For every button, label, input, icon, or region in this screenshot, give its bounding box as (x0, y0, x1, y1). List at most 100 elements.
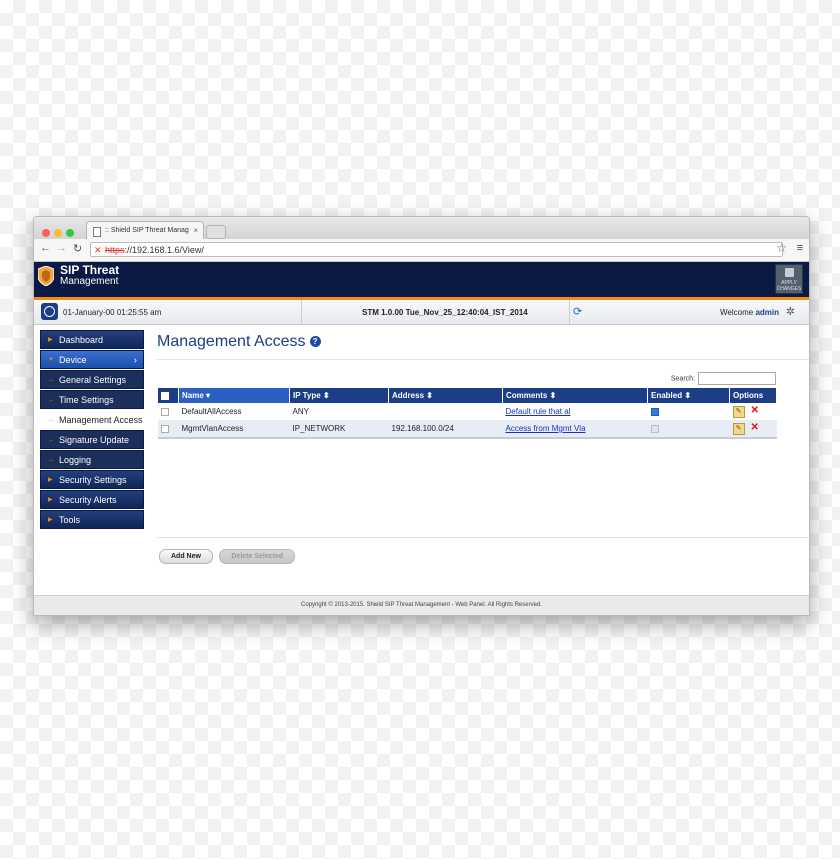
sidebar-item-dashboard[interactable]: ▶ Dashboard (40, 330, 144, 349)
sidebar-item-management-access[interactable]: → Management Access (40, 410, 144, 429)
reload-icon[interactable]: ↻ (73, 242, 82, 255)
footer: Copyright © 2013-2015. Shield SIP Threat… (34, 595, 809, 615)
column-header-label: Options (733, 391, 764, 400)
back-icon[interactable]: ← (40, 242, 51, 254)
cell-name: DefaultAllAccess (178, 403, 290, 420)
column-header-label: IP Type (293, 391, 321, 400)
status-divider (301, 300, 302, 324)
column-header-label: Comments (506, 391, 548, 400)
column-header-comments[interactable]: Comments ⬍ (502, 388, 648, 403)
arrow-right-icon: ▶ (48, 517, 53, 523)
cell-options: ✎ ✕ (729, 403, 777, 420)
arrow-right-icon: → (48, 377, 54, 383)
browser-tabbar: :: Shield SIP Threat Manag × (34, 217, 809, 239)
page-title-text: Management Access (157, 333, 306, 350)
enabled-checkbox[interactable] (650, 424, 659, 433)
sort-icon: ⬍ (322, 391, 330, 400)
sort-icon: ⬍ (684, 391, 692, 400)
brand-line2: Management (60, 276, 119, 287)
insecure-lock-icon: ✕ (94, 245, 102, 255)
address-bar[interactable]: ✕ https://192.168.1.6/View/ (90, 242, 783, 257)
delete-x-icon[interactable]: ✕ (751, 405, 761, 416)
column-header-address[interactable]: Address ⬍ (388, 388, 503, 403)
cell-address (388, 403, 503, 420)
sidebar-item-time-settings[interactable]: → Time Settings (40, 390, 144, 409)
sidebar-item-general-settings[interactable]: → General Settings (40, 370, 144, 389)
status-bar: 01-January-00 01:25:55 am STM 1.0.00 Tue… (34, 300, 809, 325)
sidebar-item-label: General Settings (59, 375, 127, 385)
welcome-text: Welcome admin (720, 308, 779, 317)
arrow-right-icon: ▶ (48, 337, 53, 343)
sidebar-item-device[interactable]: ▼ Device › (40, 350, 144, 369)
browser-menu-icon[interactable]: ≡ (797, 242, 803, 254)
row-select-checkbox[interactable] (161, 407, 169, 416)
sidebar-item-label: Tools (59, 515, 81, 525)
welcome-label: Welcome (720, 308, 754, 317)
sort-desc-icon: ▾ (206, 391, 211, 400)
comment-link[interactable]: Access from Mgmt Vla (506, 424, 586, 433)
select-all-checkbox[interactable] (161, 391, 169, 400)
column-header-ip-type[interactable]: IP Type ⬍ (289, 388, 389, 403)
arrow-right-icon: → (48, 417, 54, 423)
forward-icon[interactable]: → (56, 242, 67, 254)
sidebar-item-signature-update[interactable]: → Signature Update (40, 430, 144, 449)
arrow-right-icon: → (48, 437, 54, 443)
arrow-right-icon: ▶ (48, 497, 53, 503)
cell-comments: Access from Mgmt Vla (502, 420, 648, 439)
main-content: Management Access? Search: Name ▾ IP Typ… (157, 330, 809, 564)
cell-enabled (647, 403, 730, 420)
gear-icon[interactable]: ✲ (786, 305, 795, 318)
sort-icon: ⬍ (426, 391, 433, 400)
select-all-header[interactable] (158, 388, 179, 403)
cell-address: 192.168.100.0/24 (388, 420, 503, 439)
add-new-button[interactable]: Add New (159, 549, 213, 564)
edit-pencil-icon[interactable]: ✎ (732, 405, 745, 418)
close-tab-icon[interactable]: × (193, 222, 198, 239)
delete-x-icon[interactable]: ✕ (751, 422, 761, 433)
url-path: ://192.168.1.6/View/ (124, 245, 204, 255)
row-select-checkbox[interactable] (161, 424, 169, 433)
zoom-window-button[interactable] (66, 229, 74, 237)
content-divider (157, 537, 809, 538)
sidebar-item-label: Security Settings (59, 475, 127, 485)
apply-changes-button[interactable]: APPLY CHANGES (775, 264, 803, 294)
row-select-cell (158, 403, 179, 420)
delete-selected-button[interactable]: Delete Selected (219, 549, 296, 564)
bookmark-star-icon[interactable]: ☆ (776, 241, 787, 255)
refresh-icon[interactable]: ⟳ (573, 305, 582, 318)
sidebar-item-logging[interactable]: → Logging (40, 450, 144, 469)
sidebar-item-tools[interactable]: ▶ Tools (40, 510, 144, 529)
comment-link[interactable]: Default rule that al (506, 407, 571, 416)
brand-title: SIP Threat Management (60, 264, 119, 287)
save-disk-icon (785, 268, 794, 277)
close-window-button[interactable] (42, 229, 50, 237)
sidebar-item-label: Dashboard (59, 335, 104, 345)
enabled-checkbox[interactable] (650, 407, 659, 416)
help-icon[interactable]: ? (309, 336, 321, 348)
edit-pencil-icon[interactable]: ✎ (732, 422, 745, 435)
arrow-right-icon: ▶ (48, 477, 53, 483)
minimize-window-button[interactable] (54, 229, 62, 237)
row-select-cell (158, 420, 179, 439)
table-header-row: Name ▾ IP Type ⬍ Address ⬍ Comments ⬍ En… (158, 388, 777, 403)
system-datetime: 01-January-00 01:25:55 am (63, 308, 162, 317)
sidebar-item-security-settings[interactable]: ▶ Security Settings (40, 470, 144, 489)
apply-changes-label: APPLY CHANGES (776, 280, 802, 292)
column-header-options: Options (729, 388, 777, 403)
sidebar-item-security-alerts[interactable]: ▶ Security Alerts (40, 490, 144, 509)
new-tab-button[interactable] (206, 225, 226, 239)
search-box: Search: (671, 372, 776, 385)
column-header-enabled[interactable]: Enabled ⬍ (647, 388, 730, 403)
search-input[interactable] (698, 372, 776, 385)
browser-tab[interactable]: :: Shield SIP Threat Manag × (86, 221, 204, 239)
username[interactable]: admin (755, 308, 779, 317)
sidebar-item-label: Device (59, 355, 87, 365)
arrow-right-icon: → (48, 397, 54, 403)
cell-ip-type: ANY (289, 403, 389, 420)
url-scheme: https (105, 245, 125, 255)
sidebar-item-label: Signature Update (59, 435, 130, 445)
table-row: MgmtVlanAccess IP_NETWORK 192.168.100.0/… (158, 420, 777, 439)
column-header-name[interactable]: Name ▾ (178, 388, 290, 403)
title-divider (157, 359, 809, 360)
page-title: Management Access? (157, 333, 809, 357)
